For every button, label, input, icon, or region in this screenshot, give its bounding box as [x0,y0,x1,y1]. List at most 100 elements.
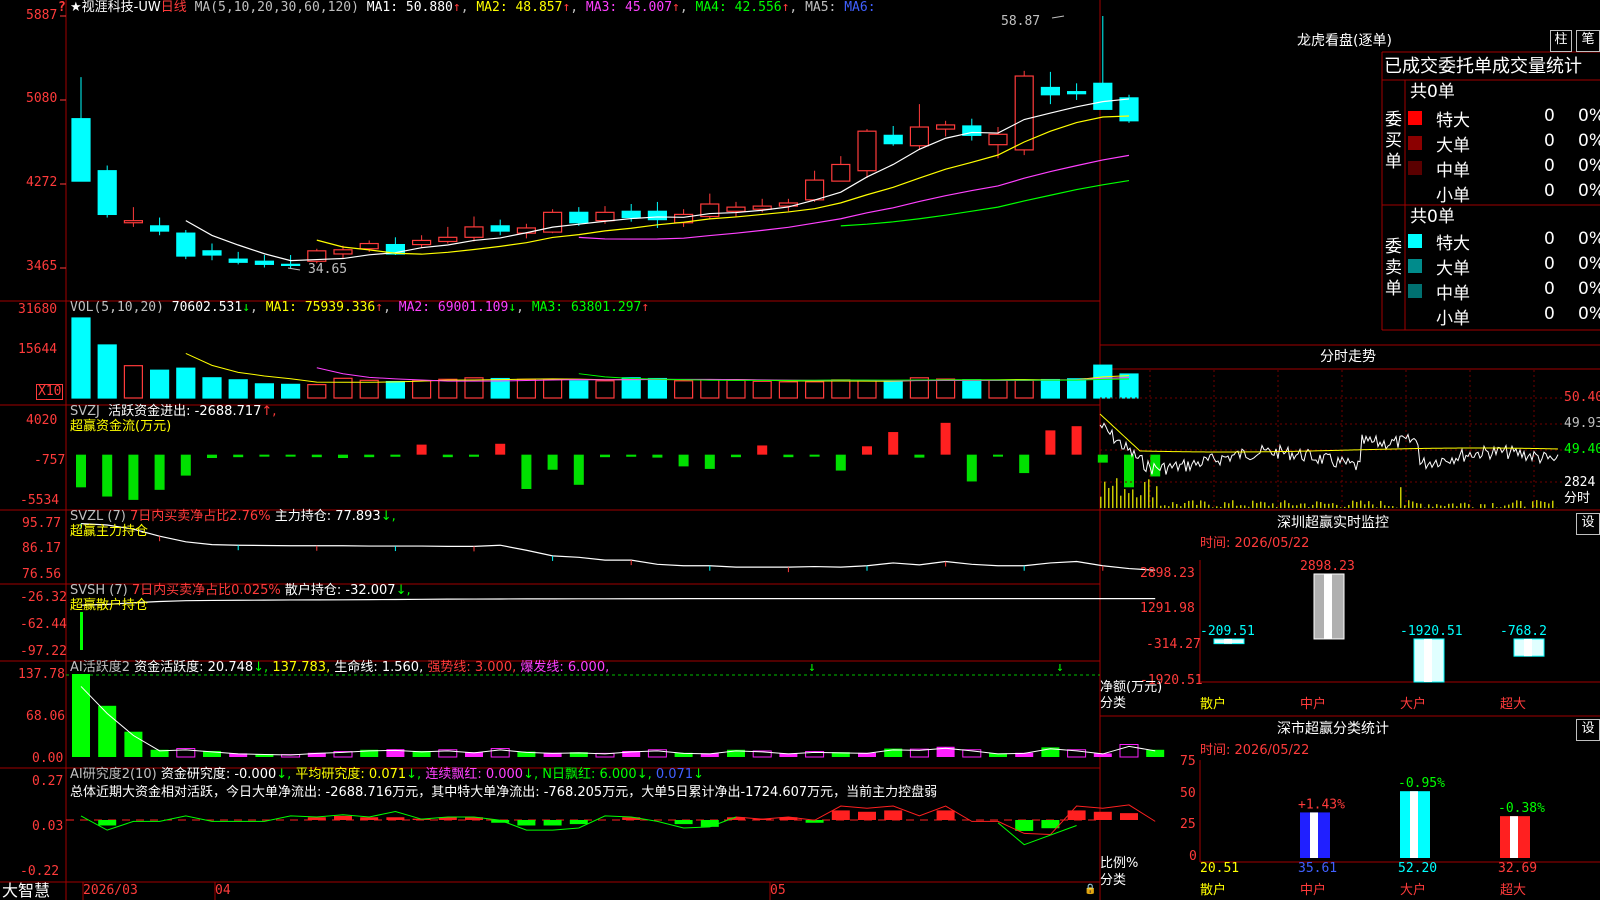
row-label: 小单 [1436,186,1470,206]
intraday-volume-bar [1220,506,1222,508]
low-price-annotation: 34.65 [308,262,348,277]
volume-bar [516,378,537,399]
candle-body [857,130,877,172]
fund-flow-bar [338,454,348,459]
candle-body [438,236,458,243]
row-percent: 0% [1578,131,1600,151]
intraday-volume-bar [1440,505,1442,508]
fund-flow-bar [207,454,217,459]
svzl-header: SVZL (7) 7日内买卖净占比2.76% 主力持仓: 77.893↓, [70,510,396,524]
stock-title[interactable]: ★视涯科技-UW [70,0,161,15]
ai1-header: AI活跃度2 资金活跃度: 20.748↓, 137.783, 生命线: 1.5… [70,661,609,675]
fund-flow-bar [704,454,715,469]
volume-bar [595,380,615,399]
ai2-header: AI研究度2(10) 资金研究度: -0.000↓, 平均研究度: 0.071↓… [70,768,704,782]
ai2-n-day-red: N日飘红: 6.000 [542,767,637,782]
svzj-label: SVZJ [70,404,100,419]
intraday-volume-bar [1268,505,1270,508]
research-bar [700,820,719,827]
row-percent: 0% [1578,229,1600,249]
intraday-volume-bar [1444,506,1446,508]
main-holding-line [80,522,1156,571]
brand-label[interactable]: 大智慧 [2,882,50,900]
intraday-volume-bar [1304,503,1306,508]
trade-size-row: 小单 0 0% [1408,304,1600,329]
monitor-tick: 2898.23 [1140,566,1195,581]
intraday-volume-bar [1208,504,1210,508]
volume-bar [123,365,144,399]
intraday-volume-bar [1376,507,1378,508]
ai1-value: 资金活跃度: 20.748 [134,660,254,675]
monitor-bar-highlight [1324,574,1332,639]
chart-canvas[interactable]: ↓ ↓ -209.51 2898.23 -1920.51 -768.2 20.51 35.61… [0,0,1600,900]
period-label[interactable]: 日线 [161,0,187,15]
volume-bar [202,377,222,399]
intraday-volume-bar [1168,506,1170,508]
monitor-bar-label: 2898.23 [1300,559,1355,574]
intraday-volume-bar [1452,503,1454,508]
intraday-volume-bar [1148,479,1150,508]
intraday-volume-bar [1248,506,1250,508]
intraday-vol-label: 分时 [1564,491,1591,506]
tick-mode-button[interactable]: 笔 [1576,30,1600,52]
fund-flow-bar [731,454,741,458]
fund-flow-bar [626,454,637,457]
intraday-volume-bar [1388,506,1390,508]
monitor-settings-button[interactable]: 设 [1576,513,1600,535]
intraday-price-line [1099,422,1559,475]
classify-change-label: +1.43% [1298,797,1345,812]
row-count: 0 [1544,279,1555,299]
svzj-tick: -757 [34,453,66,468]
color-swatch-icon [1408,111,1422,125]
monitor-bar-label: -1920.51 [1400,624,1463,639]
row-count: 0 [1544,304,1555,324]
color-swatch-icon [1408,234,1422,248]
classify-cat: 中户 [1300,883,1327,898]
intraday-volume-bar [1480,504,1482,508]
intraday-volume-bar [1492,503,1494,508]
volume-bar [804,381,825,399]
intraday-volume-bar [1496,507,1498,508]
classify-tick: 25 [1180,817,1196,832]
row-label: 中单 [1436,161,1470,181]
classify-tick: 75 [1180,754,1196,769]
retail-holding-line [80,598,1156,606]
intraday-title: 分时走势 [1320,349,1376,365]
intraday-volume-bar [1128,493,1130,508]
lock-icon[interactable]: 🔒 [1084,883,1096,897]
volume-bar [150,369,170,399]
classify-change-label: -0.38% [1498,801,1545,816]
intraday-volume-bar [1512,502,1514,508]
dragon-table-header: 已成交委托单成交量统计 [1384,56,1582,77]
classify-bar-label: 32.69 [1498,861,1537,876]
candle-body [281,263,301,266]
svsh-label: SVSH (7) [70,583,128,598]
intraday-volume-bar [1356,501,1358,508]
classify-xlabel: 分类 [1100,873,1127,888]
monitor-bar-label: -209.51 [1200,624,1255,639]
intraday-vol-tick: 2824 [1564,475,1596,490]
ma4-arrow: ↑ [781,0,790,15]
fund-flow-bar [76,454,86,488]
candle-body [647,210,668,221]
row-count: 0 [1544,156,1555,176]
intraday-volume-bar [1332,503,1334,508]
intraday-tick: 50.40 [1564,390,1600,405]
intraday-volume-bar [1264,502,1266,508]
classify-settings-button[interactable]: 设 [1576,719,1600,741]
intraday-volume-bar [1464,502,1466,508]
ma3-line [578,154,1130,240]
ai2-red-arrow: ↓, [523,767,539,782]
intraday-volume-bar [1320,502,1322,508]
volume-bar [700,379,720,399]
svzl-tick: 95.77 [22,516,62,531]
bar-mode-button[interactable]: 柱 [1550,30,1572,52]
date-tick: 05 [770,883,786,898]
intraday-volume-bar [1432,506,1434,508]
price-tick: 3465 [26,259,58,274]
vol-tick: 31680 [18,302,58,317]
fund-flow-bar [888,432,899,455]
svzl-hold: 主力持仓: 77.893 [274,509,381,524]
row-count: 0 [1544,254,1555,274]
classify-bar-highlight [1510,816,1518,858]
